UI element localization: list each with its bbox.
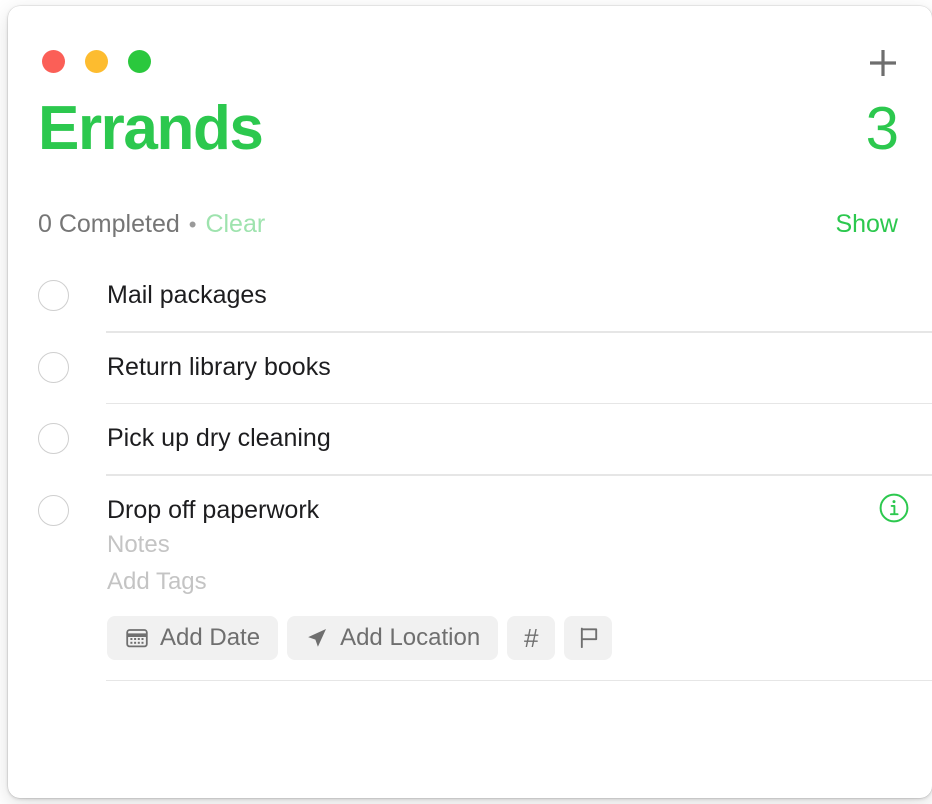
zoom-window-button[interactable] <box>128 50 151 73</box>
remaining-count: 3 <box>865 95 899 162</box>
flag-icon <box>576 625 601 650</box>
reminder-body: Return library books <box>107 333 932 403</box>
reminder-title[interactable]: Pick up dry cleaning <box>107 404 898 474</box>
tags-field[interactable]: Add Tags <box>107 569 898 607</box>
row-divider <box>106 679 932 681</box>
reminder-checkbox[interactable] <box>38 280 69 311</box>
page-title: Errands <box>38 94 264 163</box>
list-header-top: Errands 3 <box>38 94 899 184</box>
titlebar <box>8 6 932 98</box>
add-tag-button[interactable]: # <box>507 615 556 660</box>
reminder-checkbox[interactable] <box>38 494 69 526</box>
reminder-body: Pick up dry cleaning <box>107 404 932 474</box>
completed-status-group: 0 Completed • Clear <box>38 210 265 239</box>
show-completed-button[interactable]: Show <box>835 210 898 239</box>
reminder-list: Mail packages Return library books Pick … <box>8 261 932 681</box>
completed-count-label: 0 Completed <box>38 210 180 238</box>
add-reminder-button[interactable] <box>860 40 906 86</box>
reminder-checkbox[interactable] <box>38 423 69 454</box>
plus-icon <box>866 46 900 80</box>
table-row-expanded[interactable]: Drop off paperwork Notes Add Tags Add Da… <box>8 476 932 680</box>
reminder-body: Drop off paperwork Notes Add Tags Add Da… <box>107 476 932 680</box>
reminder-title[interactable]: Drop off paperwork <box>107 476 898 533</box>
reminders-window-root: Errands 3 0 Completed • Clear Show Mail … <box>0 0 932 804</box>
notes-field[interactable]: Notes <box>107 532 898 570</box>
separator-dot: • <box>188 212 197 237</box>
calendar-icon <box>125 626 149 650</box>
table-row[interactable]: Mail packages <box>8 261 932 331</box>
list-header: Errands 3 0 Completed • Clear Show <box>8 98 932 261</box>
close-window-button[interactable] <box>42 50 65 73</box>
add-date-label: Add Date <box>160 623 261 651</box>
info-circle-icon <box>878 492 910 524</box>
table-row[interactable]: Return library books <box>8 333 932 403</box>
location-arrow-icon <box>305 626 329 650</box>
table-row[interactable]: Pick up dry cleaning <box>8 404 932 474</box>
add-date-button[interactable]: Add Date <box>107 615 279 660</box>
hashtag-icon: # <box>523 622 539 653</box>
add-location-button[interactable]: Add Location <box>287 615 499 660</box>
traffic-light-group <box>42 50 151 73</box>
minimize-window-button[interactable] <box>85 50 108 73</box>
reminder-title[interactable]: Mail packages <box>107 261 898 331</box>
reminder-title[interactable]: Return library books <box>107 333 898 403</box>
app-window: Errands 3 0 Completed • Clear Show Mail … <box>8 6 932 798</box>
reminder-checkbox[interactable] <box>38 351 69 383</box>
list-header-subrow: 0 Completed • Clear Show <box>38 210 898 261</box>
flag-button[interactable] <box>564 615 613 660</box>
add-location-label: Add Location <box>340 623 481 651</box>
reminder-detail-actions: Add Date Add Location # <box>107 607 898 680</box>
reminder-body: Mail packages <box>107 261 932 331</box>
reminder-info-button[interactable] <box>878 492 910 524</box>
clear-completed-button[interactable]: Clear <box>205 210 265 239</box>
